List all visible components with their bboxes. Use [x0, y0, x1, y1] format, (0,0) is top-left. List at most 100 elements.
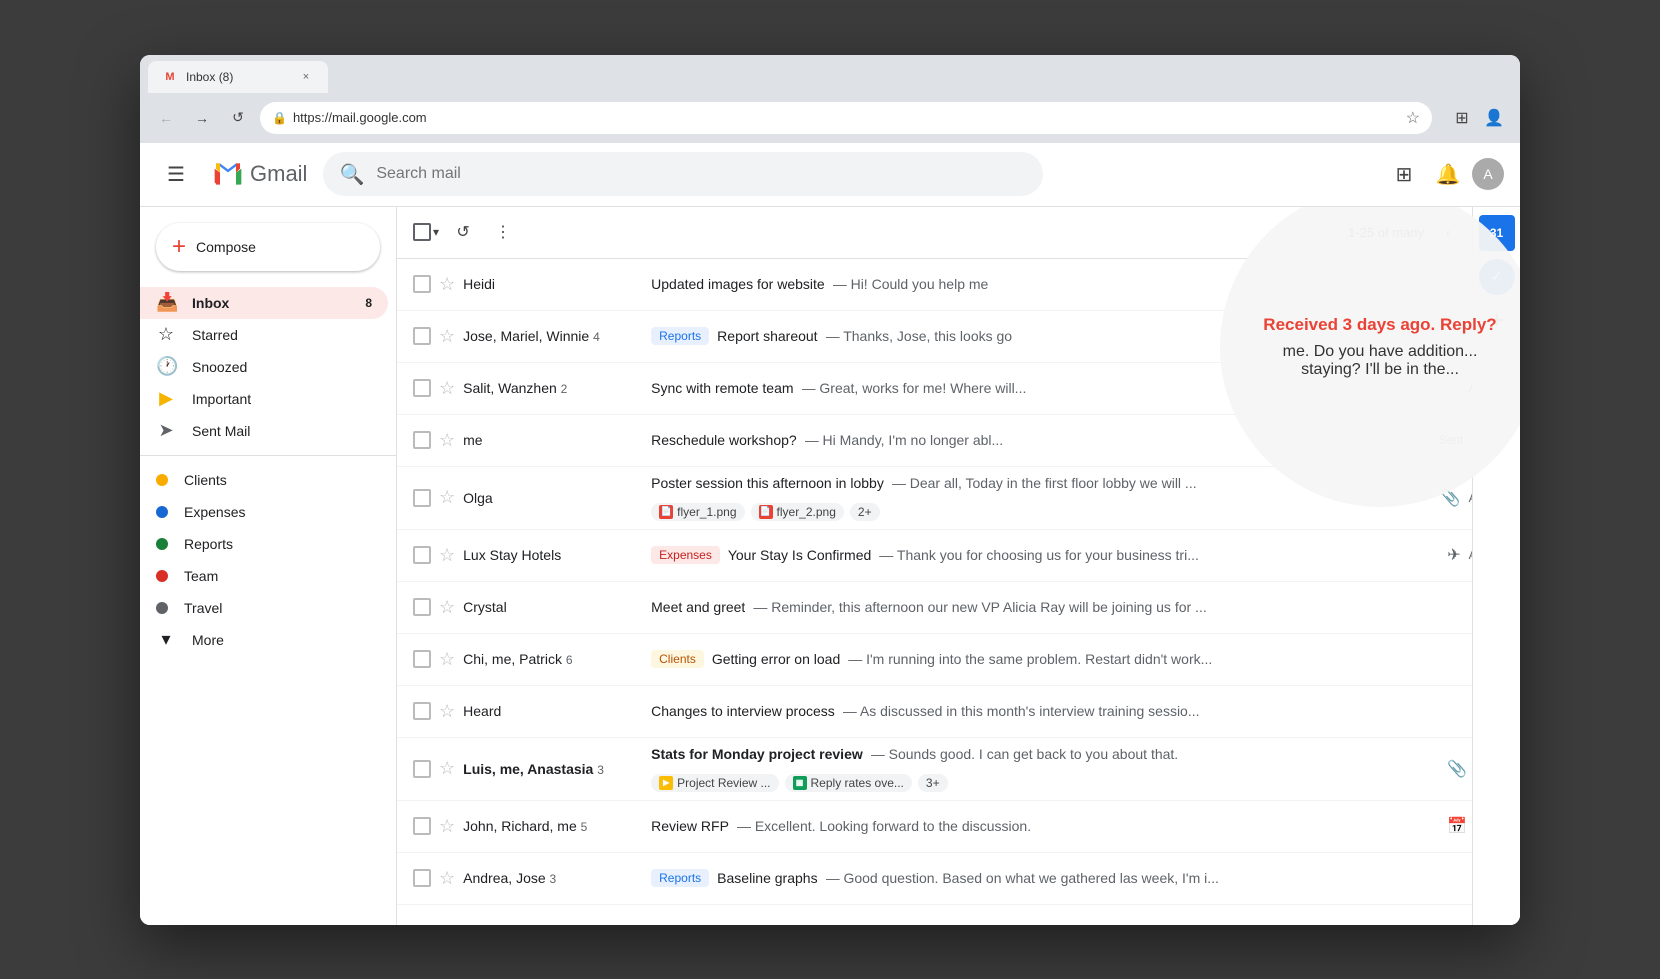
- sidebar-item-reports[interactable]: Reports: [140, 528, 388, 560]
- star-icon[interactable]: ☆: [439, 868, 455, 889]
- email-row[interactable]: ☆ Heard Changes to interview process — A…: [397, 686, 1520, 738]
- email-list-container: ▾ ↺ ⋮ 1-25 of many ‹ › ☆: [396, 207, 1520, 925]
- sidebar-item-starred[interactable]: ☆ Starred: [140, 319, 388, 351]
- email-row[interactable]: ☆ Heidi Updated images for website — Hi!…: [397, 259, 1520, 311]
- email-row[interactable]: ☆ Salit, Wanzhen 2 Sync with remote team…: [397, 363, 1520, 415]
- sidebar-item-travel[interactable]: Travel: [140, 592, 388, 624]
- forward-button[interactable]: →: [188, 104, 216, 132]
- star-icon[interactable]: ☆: [439, 545, 455, 566]
- attachment-chip[interactable]: ▦ Reply rates ove...: [785, 774, 912, 792]
- email-row[interactable]: ☆ Chi, me, Patrick 6 Clients Getting err…: [397, 634, 1520, 686]
- attachment-icon: 📎: [1447, 759, 1467, 779]
- email-checkbox[interactable]: [413, 275, 431, 293]
- email-row[interactable]: ☆ Luis, me, Anastasia 3 Stats for Monday…: [397, 738, 1520, 801]
- star-icon[interactable]: ☆: [439, 758, 455, 779]
- back-button[interactable]: ←: [152, 104, 180, 132]
- star-icon[interactable]: ☆: [439, 430, 455, 451]
- email-row[interactable]: ☆ Andrea, Jose 3 Reports Baseline graphs…: [397, 853, 1520, 905]
- email-content: Reports Report shareout — Thanks, Jose, …: [651, 327, 1496, 345]
- sidebar-item-sent[interactable]: ➤ Sent Mail: [140, 415, 388, 447]
- email-checkbox[interactable]: [413, 650, 431, 668]
- sidebar-item-team[interactable]: Team: [140, 560, 388, 592]
- sidebar-item-more[interactable]: ▾ More: [140, 624, 388, 656]
- attachment-name: flyer_2.png: [777, 505, 836, 519]
- email-subject: Poster session this afternoon in lobby: [651, 475, 884, 491]
- active-tab[interactable]: M Inbox (8) ×: [148, 61, 328, 93]
- attachment-chip-more[interactable]: 2+: [850, 503, 880, 521]
- email-checkbox[interactable]: [413, 760, 431, 778]
- important-label: Important: [192, 391, 251, 407]
- email-checkbox[interactable]: [413, 869, 431, 887]
- email-row[interactable]: ☆ Lux Stay Hotels Expenses Your Stay Is …: [397, 530, 1520, 582]
- sender-name: Lux Stay Hotels: [463, 547, 643, 563]
- profile-button[interactable]: 👤: [1480, 104, 1508, 132]
- star-icon[interactable]: ☆: [439, 274, 455, 295]
- email-row[interactable]: ☆ Jose, Mariel, Winnie 4 Reports Report …: [397, 311, 1520, 363]
- notification-button[interactable]: 🔔: [1428, 154, 1468, 194]
- email-checkbox[interactable]: [413, 379, 431, 397]
- url-bar[interactable]: 🔒 https://mail.google.com ☆: [260, 102, 1432, 134]
- inactive-tab[interactable]: [330, 65, 350, 93]
- star-icon[interactable]: ☆: [439, 649, 455, 670]
- email-checkbox[interactable]: [413, 817, 431, 835]
- email-subject: Getting error on load: [712, 651, 840, 667]
- refresh-button[interactable]: ↺: [224, 104, 252, 132]
- email-row[interactable]: ☆ John, Richard, me 5 Review RFP — Excel…: [397, 801, 1520, 853]
- bookmark-button[interactable]: ☆: [1406, 108, 1420, 128]
- sidebar-item-expenses[interactable]: Expenses: [140, 496, 388, 528]
- tab-close-button[interactable]: ×: [298, 69, 314, 85]
- attachment-chip[interactable]: ▶ Project Review ...: [651, 774, 778, 792]
- sender-name: me: [463, 432, 643, 448]
- star-icon[interactable]: ☆: [439, 487, 455, 508]
- email-content: Review RFP — Excellent. Looking forward …: [651, 818, 1439, 834]
- tab-title: Inbox (8): [186, 70, 233, 84]
- sidebar-item-clients[interactable]: Clients: [140, 464, 388, 496]
- add-widget-button[interactable]: +: [1479, 303, 1515, 339]
- avatar[interactable]: A: [1472, 158, 1504, 190]
- email-checkbox[interactable]: [413, 702, 431, 720]
- hamburger-button[interactable]: ☰: [156, 154, 196, 194]
- sent-label: Sent Mail: [192, 423, 250, 439]
- email-checkbox[interactable]: [413, 546, 431, 564]
- email-preview: — Thank you for choosing us for your bus…: [879, 547, 1199, 563]
- select-dropdown-arrow[interactable]: ▾: [433, 225, 439, 239]
- attachment-chip[interactable]: 📄 flyer_2.png: [751, 503, 844, 521]
- sidebar-item-important[interactable]: ▶ Important: [140, 383, 388, 415]
- email-checkbox[interactable]: [413, 327, 431, 345]
- sidebar-item-inbox[interactable]: 📥 Inbox 8: [140, 287, 388, 319]
- sidebar-item-snoozed[interactable]: 🕐 Snoozed: [140, 351, 388, 383]
- attachment-chip[interactable]: 📄 flyer_1.png: [651, 503, 744, 521]
- calendar-widget-button[interactable]: 31: [1479, 215, 1515, 251]
- email-checkbox[interactable]: [413, 489, 431, 507]
- star-icon[interactable]: ☆: [439, 326, 455, 347]
- prev-page-button[interactable]: ‹: [1432, 216, 1464, 248]
- star-icon[interactable]: ☆: [439, 701, 455, 722]
- select-all-area[interactable]: ▾: [413, 223, 439, 241]
- email-checkbox[interactable]: [413, 598, 431, 616]
- star-icon[interactable]: ☆: [439, 816, 455, 837]
- refresh-emails-button[interactable]: ↺: [447, 216, 479, 248]
- star-icon[interactable]: ☆: [439, 378, 455, 399]
- compose-button[interactable]: + Compose: [156, 223, 380, 271]
- email-row[interactable]: ☆ Crystal Meet and greet — Reminder, thi…: [397, 582, 1520, 634]
- star-icon[interactable]: ☆: [439, 597, 455, 618]
- email-row[interactable]: ☆ me Reschedule workshop? — Hi Mandy, I'…: [397, 415, 1520, 467]
- more-options-button[interactable]: ⋮: [487, 216, 519, 248]
- apps-button[interactable]: ⊞: [1384, 154, 1424, 194]
- attachment-icon: 📎: [1441, 488, 1461, 508]
- tasks-widget-button[interactable]: ✓: [1479, 259, 1515, 295]
- email-content: Reschedule workshop? — Hi Mandy, I'm no …: [651, 432, 1430, 448]
- sender-name: Heard: [463, 703, 643, 719]
- search-input[interactable]: [376, 165, 1027, 183]
- attachment-chip-more[interactable]: 3+: [918, 774, 948, 792]
- email-checkbox[interactable]: [413, 431, 431, 449]
- slides-icon: ▶: [659, 776, 673, 790]
- select-all-checkbox[interactable]: [413, 223, 431, 241]
- browser-window: M Inbox (8) × ← → ↺ 🔒 https://mail.googl…: [140, 55, 1520, 925]
- email-row[interactable]: ☆ Olga Poster session this afternoon in …: [397, 467, 1520, 530]
- address-bar: ← → ↺ 🔒 https://mail.google.com ☆ ⊞ 👤: [140, 93, 1520, 143]
- email-content: Changes to interview process — As discus…: [651, 703, 1467, 719]
- more-icon: ▾: [156, 629, 176, 650]
- search-bar[interactable]: 🔍: [323, 152, 1043, 196]
- extensions-button[interactable]: ⊞: [1448, 104, 1476, 132]
